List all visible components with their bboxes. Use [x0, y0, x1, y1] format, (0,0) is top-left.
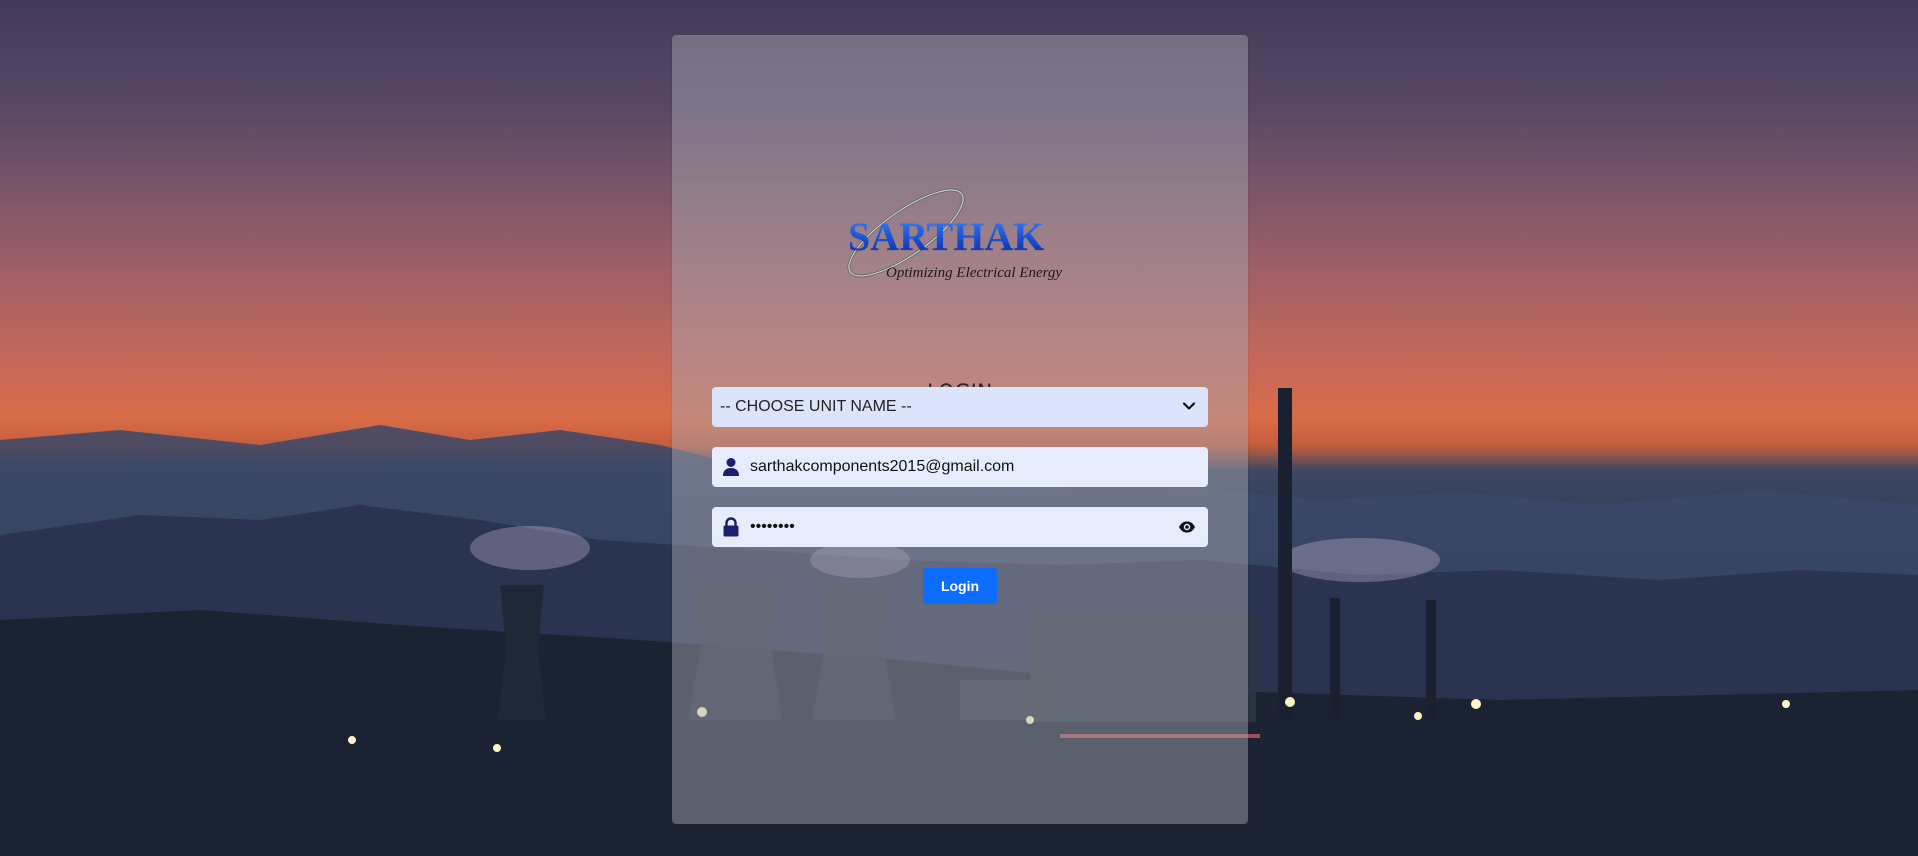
- unit-name-selected-value: -- CHOOSE UNIT NAME --: [720, 398, 912, 415]
- login-card: SARTHAK Optimizing Electrical Energy LOG…: [672, 35, 1248, 824]
- email-value: sarthakcomponents2015@gmail.com: [750, 458, 1015, 475]
- chevron-down-icon: [1182, 402, 1196, 410]
- email-field[interactable]: sarthakcomponents2015@gmail.com: [712, 447, 1208, 487]
- sarthak-logo: SARTHAK Optimizing Electrical Energy: [847, 155, 1080, 281]
- lock-icon: [723, 517, 739, 537]
- logo-wordmark: SARTHAK: [848, 214, 1045, 259]
- unit-name-select[interactable]: -- CHOOSE UNIT NAME --: [712, 387, 1208, 427]
- logo-tagline: Optimizing Electrical Energy: [886, 265, 1063, 281]
- eye-icon[interactable]: [1178, 520, 1196, 534]
- password-value: ••••••••: [750, 518, 795, 535]
- user-icon: [723, 458, 739, 476]
- login-button[interactable]: Login: [923, 568, 997, 604]
- password-field[interactable]: ••••••••: [712, 507, 1208, 547]
